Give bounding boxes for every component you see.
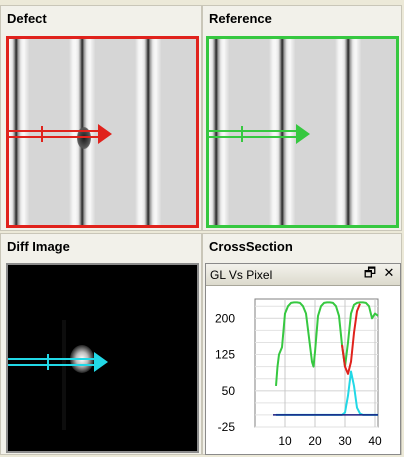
- x-tick-label: 20: [308, 434, 322, 448]
- gl-vs-pixel-title: GL Vs Pixel: [210, 268, 273, 282]
- x-tick-label: 30: [338, 434, 352, 448]
- diff-image[interactable]: [6, 263, 199, 453]
- defect-pane: Defect: [0, 5, 202, 231]
- y-tick-label: 125: [215, 348, 235, 362]
- restore-icon[interactable]: 🗗: [362, 266, 378, 282]
- defect-marker-arrow[interactable]: [6, 36, 199, 228]
- x-tick-label: 40: [368, 434, 382, 448]
- workspace: Defect Reference Diff Image CrossSection…: [0, 0, 404, 457]
- gl-vs-pixel-chart: 200 125 50 -25 10 20 30 40: [215, 298, 382, 448]
- diff-title: Diff Image: [7, 239, 70, 254]
- reference-marker-arrow[interactable]: [206, 36, 399, 228]
- reference-title: Reference: [209, 11, 272, 26]
- y-tick-label: 50: [222, 384, 236, 398]
- defect-title: Defect: [7, 11, 47, 26]
- y-tick-label: 200: [215, 311, 235, 325]
- defect-image[interactable]: [6, 36, 199, 228]
- gl-vs-pixel-titlebar[interactable]: GL Vs Pixel 🗗 ✕: [206, 264, 400, 286]
- gl-vs-pixel-window: GL Vs Pixel 🗗 ✕ 200 125 50 -25 10 20 30 40: [205, 263, 401, 455]
- reference-pane: Reference: [202, 5, 402, 231]
- x-tick-label: 10: [278, 434, 292, 448]
- close-icon[interactable]: ✕: [381, 266, 397, 282]
- reference-image[interactable]: [206, 36, 399, 228]
- crosssection-title: CrossSection: [209, 239, 293, 254]
- diff-marker-arrow[interactable]: [6, 263, 199, 453]
- y-tick-label: -25: [218, 420, 236, 434]
- diff-pane: Diff Image: [0, 233, 202, 455]
